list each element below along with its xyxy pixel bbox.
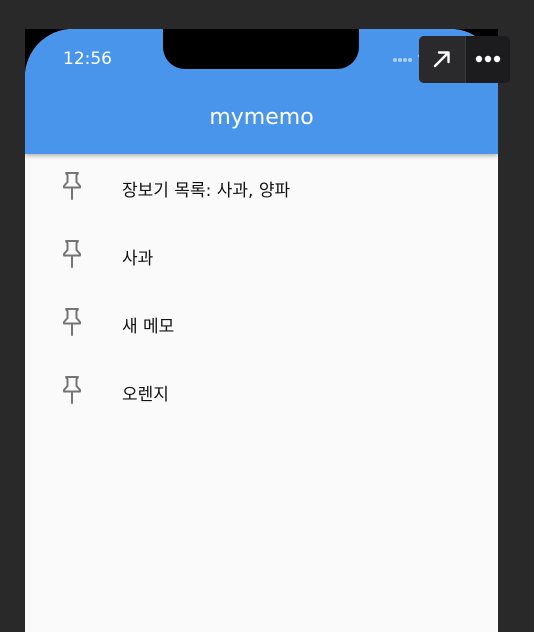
more-button[interactable]: [466, 36, 510, 83]
expand-icon: [433, 51, 450, 68]
memo-title: 오렌지: [122, 385, 169, 405]
app-title: mymemo: [209, 105, 314, 130]
list-item[interactable]: 새 메모: [25, 290, 498, 358]
status-time: 12:56: [63, 49, 112, 69]
pin-icon: [63, 376, 81, 404]
list-item[interactable]: 장보기 목록: 사과, 양파: [25, 154, 498, 222]
memo-list: 장보기 목록: 사과, 양파 사과 새 메모 오렌지: [25, 154, 498, 426]
pin-icon: [63, 308, 81, 336]
expand-button[interactable]: [419, 36, 465, 83]
memo-title: 사과: [122, 249, 154, 269]
notch: [163, 29, 359, 69]
list-item[interactable]: 오렌지: [25, 358, 498, 426]
memo-title: 새 메모: [122, 317, 175, 337]
pin-icon: [63, 240, 81, 268]
overlay-toolbar: [419, 36, 510, 83]
pin-icon: [63, 172, 81, 200]
list-item[interactable]: 사과: [25, 222, 498, 290]
memo-title: 장보기 목록: 사과, 양파: [122, 181, 291, 201]
more-icon: [475, 55, 501, 63]
signal-dots-icon: [393, 58, 413, 62]
phone-screen: 12:56 mymemo 장보기 목록: 사과, 양파 사과 새 메모 오렌지: [25, 29, 498, 632]
